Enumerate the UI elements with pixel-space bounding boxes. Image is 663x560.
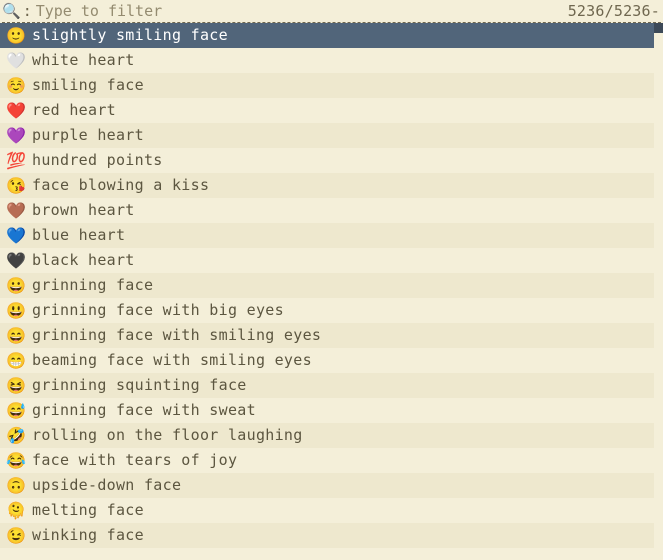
list-item[interactable]: ❤️ red heart <box>0 98 654 123</box>
emoji-icon: 🫠 <box>6 503 26 519</box>
list-item[interactable]: 🤣 rolling on the floor laughing <box>0 423 654 448</box>
emoji-name: blue heart <box>32 228 125 243</box>
emoji-name: black heart <box>32 253 135 268</box>
scrollbar-thumb[interactable] <box>654 23 663 33</box>
list-item[interactable]: 😁 beaming face with smiling eyes <box>0 348 654 373</box>
list-item[interactable]: 💜 purple heart <box>0 123 654 148</box>
list-item[interactable]: 🤎 brown heart <box>0 198 654 223</box>
list-item[interactable]: 😅 grinning face with sweat <box>0 398 654 423</box>
emoji-name: grinning squinting face <box>32 378 247 393</box>
emoji-name: grinning face <box>32 278 153 293</box>
list-item[interactable]: 🫠 melting face <box>0 498 654 523</box>
emoji-name: smiling face <box>32 78 144 93</box>
emoji-icon: 🤣 <box>6 428 26 444</box>
list-item[interactable]: 😂 face with tears of joy <box>0 448 654 473</box>
scrollbar[interactable] <box>654 23 663 560</box>
list-item[interactable]: 😆 grinning squinting face <box>0 373 654 398</box>
emoji-icon: 😘 <box>6 178 26 194</box>
emoji-icon: 🤍 <box>6 53 26 69</box>
emoji-icon: 😄 <box>6 328 26 344</box>
emoji-icon: 🙂 <box>6 28 26 44</box>
emoji-name: grinning face with sweat <box>32 403 256 418</box>
list-item[interactable]: 🙃 upside-down face <box>0 473 654 498</box>
emoji-name: purple heart <box>32 128 144 143</box>
emoji-name: slightly smiling face <box>32 28 228 43</box>
list-item[interactable]: 😄 grinning face with smiling eyes <box>0 323 654 348</box>
emoji-name: face with tears of joy <box>32 453 237 468</box>
emoji-name: grinning face with smiling eyes <box>32 328 321 343</box>
emoji-icon: 😁 <box>6 353 26 369</box>
emoji-icon: 💜 <box>6 128 26 144</box>
list-item[interactable]: 🖤 black heart <box>0 248 654 273</box>
emoji-icon: ❤️ <box>6 103 26 119</box>
list-item[interactable]: 🙂 slightly smiling face <box>0 23 654 48</box>
emoji-icon: ☺️ <box>6 78 26 94</box>
list-item[interactable]: 💙 blue heart <box>0 223 654 248</box>
emoji-icon: 😅 <box>6 403 26 419</box>
magnifying-glass-icon: 🔍 <box>2 4 21 19</box>
emoji-picker: 🔍 : Type to filter 5236/5236- 🙂 slightly … <box>0 0 663 560</box>
list-item[interactable]: 🤍 white heart <box>0 48 654 73</box>
emoji-icon: 😀 <box>6 278 26 294</box>
emoji-name: upside-down face <box>32 478 181 493</box>
emoji-name: winking face <box>32 528 144 543</box>
list-item[interactable]: 😘 face blowing a kiss <box>0 173 654 198</box>
emoji-icon: 💯 <box>6 153 26 169</box>
emoji-icon: 🙃 <box>6 478 26 494</box>
emoji-name: hundred points <box>32 153 163 168</box>
list-item[interactable]: 😃 grinning face with big eyes <box>0 298 654 323</box>
emoji-icon: 🤎 <box>6 203 26 219</box>
filter-input[interactable]: Type to filter <box>36 4 568 19</box>
emoji-name: red heart <box>32 103 116 118</box>
emoji-name: white heart <box>32 53 135 68</box>
emoji-name: brown heart <box>32 203 135 218</box>
emoji-name: face blowing a kiss <box>32 178 209 193</box>
emoji-list: 🙂 slightly smiling face 🤍 white heart ☺️ smil… <box>0 23 654 560</box>
list-item[interactable]: 💯 hundred points <box>0 148 654 173</box>
emoji-icon: 😆 <box>6 378 26 394</box>
filter-bar: 🔍 : Type to filter 5236/5236- <box>0 0 663 22</box>
emoji-icon: 💙 <box>6 228 26 244</box>
picker-body: 🙂 slightly smiling face 🤍 white heart ☺️ smil… <box>0 23 663 560</box>
list-item[interactable]: ☺️ smiling face <box>0 73 654 98</box>
emoji-icon: 😉 <box>6 528 26 544</box>
result-counter: 5236/5236- <box>568 4 660 19</box>
emoji-name: beaming face with smiling eyes <box>32 353 312 368</box>
emoji-name: rolling on the floor laughing <box>32 428 303 443</box>
emoji-icon: 😃 <box>6 303 26 319</box>
emoji-name: melting face <box>32 503 144 518</box>
emoji-name: grinning face with big eyes <box>32 303 284 318</box>
list-item[interactable]: 😀 grinning face <box>0 273 654 298</box>
prompt-colon: : <box>23 4 32 19</box>
emoji-icon: 🖤 <box>6 253 26 269</box>
list-item[interactable]: 😉 winking face <box>0 523 654 548</box>
emoji-icon: 😂 <box>6 453 26 469</box>
